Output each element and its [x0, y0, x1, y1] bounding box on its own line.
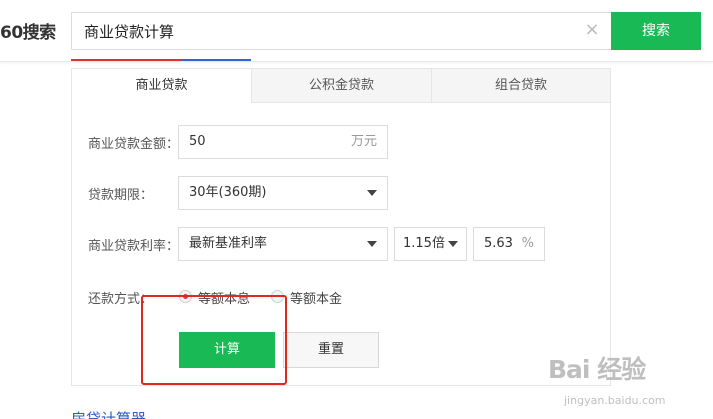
- tab-combined-loan[interactable]: 组合贷款: [431, 69, 610, 103]
- rate-base-select[interactable]: 最新基准利率: [178, 227, 388, 261]
- close-icon[interactable]: ×: [583, 21, 601, 39]
- amount-field[interactable]: 50 万元: [178, 125, 388, 159]
- mortgage-calculator-link[interactable]: 房贷计算器: [71, 406, 146, 419]
- rate-multiplier-select[interactable]: 1.15倍: [394, 227, 467, 261]
- chevron-down-icon: [367, 190, 377, 196]
- term-label: 贷款期限：: [88, 188, 154, 203]
- radio-equal-installment[interactable]: [179, 290, 192, 303]
- reset-button[interactable]: 重置: [283, 332, 379, 368]
- tab-commercial-loan[interactable]: 商业贷款: [72, 69, 251, 103]
- tab-provident-fund-loan[interactable]: 公积金贷款: [251, 69, 431, 103]
- rate-base-value: 最新基准利率: [189, 236, 268, 251]
- rate-value: 5.63: [484, 236, 513, 251]
- amount-label: 商业贷款金额：: [88, 137, 180, 152]
- rate-input[interactable]: 5.63 %: [473, 227, 545, 261]
- calculate-button[interactable]: 计算: [179, 332, 275, 368]
- rate-label: 商业贷款利率：: [88, 239, 180, 254]
- search-input[interactable]: [84, 13, 574, 49]
- repayment-label: 还款方式：: [88, 292, 154, 307]
- search-button[interactable]: 搜索: [611, 12, 701, 50]
- watermark-url: jingyan.baidu.com: [564, 394, 666, 407]
- radio-equal-installment-label[interactable]: 等额本息: [198, 288, 250, 307]
- amount-value: 50: [189, 134, 206, 149]
- loan-calculator-card: 商业贷款 公积金贷款 组合贷款 商业贷款金额： 50 万元 贷款期限： 30年(…: [71, 68, 611, 386]
- radio-equal-principal[interactable]: [271, 290, 284, 303]
- site-logo[interactable]: 60搜索: [0, 18, 56, 43]
- amount-unit: 万元: [350, 134, 377, 149]
- search-box: ×: [71, 12, 611, 50]
- loan-type-tabs: 商业贷款 公积金贷款 组合贷款: [72, 69, 610, 103]
- rate-unit: %: [521, 236, 534, 251]
- term-select[interactable]: 30年(360期): [178, 176, 388, 210]
- chevron-down-icon: [448, 241, 458, 247]
- tab-underline-blue: [181, 59, 251, 61]
- radio-equal-principal-label[interactable]: 等额本金: [290, 288, 342, 307]
- chevron-down-icon: [367, 241, 377, 247]
- term-value: 30年(360期): [189, 185, 267, 200]
- rate-multiplier-value: 1.15倍: [403, 236, 445, 251]
